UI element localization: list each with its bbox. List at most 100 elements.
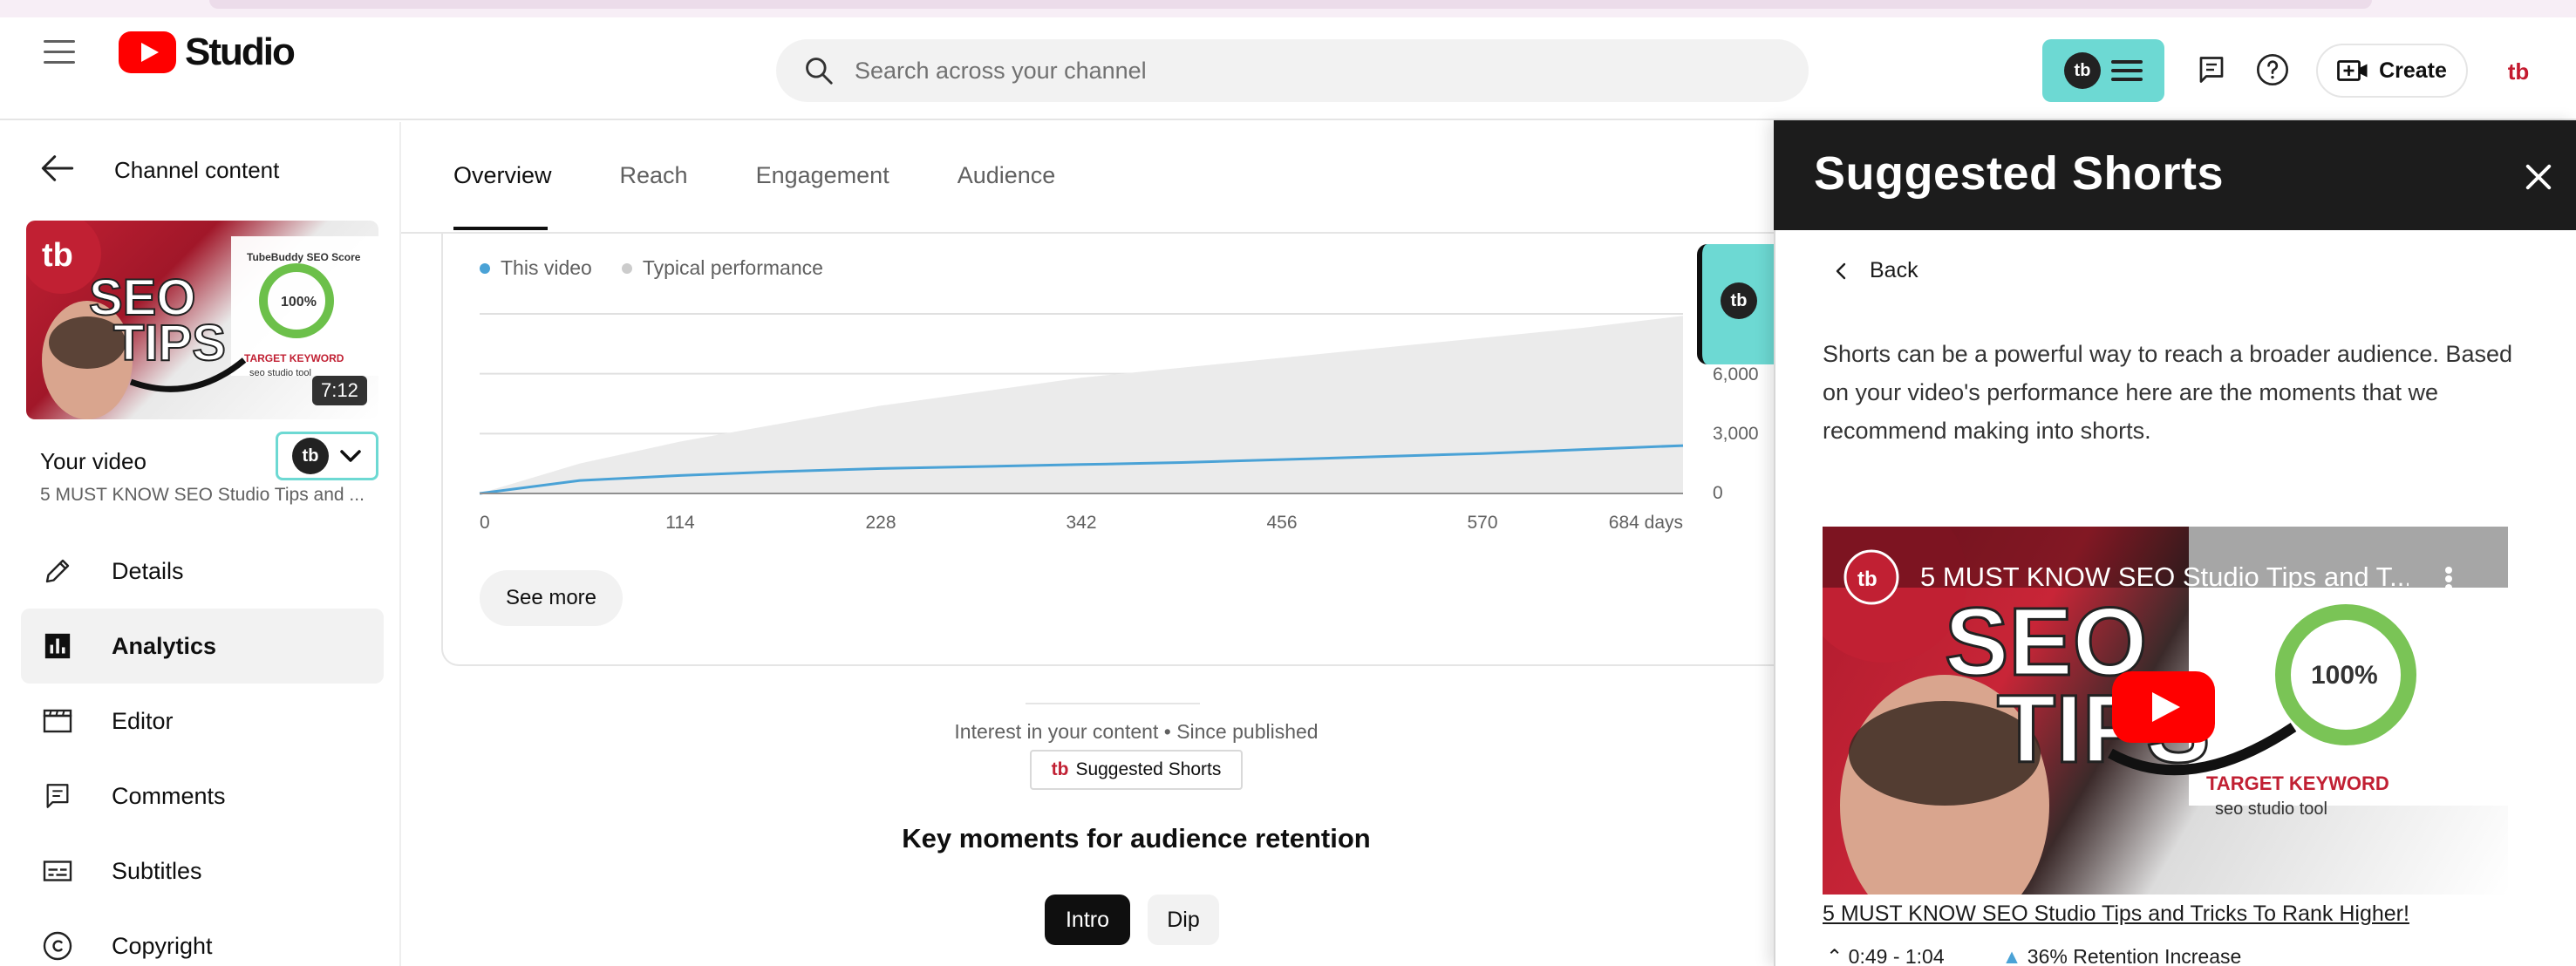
- dip-pill[interactable]: Dip: [1148, 895, 1219, 945]
- youtube-play-button-icon[interactable]: [2112, 671, 2215, 743]
- sidebar-item-label: Analytics: [112, 632, 217, 659]
- legend-label: This video: [501, 256, 592, 279]
- tubebuddy-logo-icon: tb: [292, 438, 329, 474]
- top-strip-pill: [209, 0, 2372, 9]
- back-arrow-icon[interactable]: [40, 153, 75, 183]
- moment-range-text: 0:49 - 1:04: [1848, 945, 1945, 966]
- thumb-score-title: TubeBuddy SEO Score: [247, 251, 361, 263]
- sidebar-item-label: Editor: [112, 707, 174, 734]
- subtitles-icon: [40, 854, 75, 888]
- intro-pill[interactable]: Intro: [1045, 895, 1130, 945]
- tubebuddy-logo-icon: tb: [2064, 52, 2101, 89]
- comments-icon: [40, 779, 75, 813]
- thumb-keyword: TARGET KEYWORD: [244, 352, 344, 364]
- panel-title: Suggested Shorts: [1814, 147, 2225, 200]
- x-tick-label: 114: [665, 513, 695, 533]
- tab-audience[interactable]: Audience: [957, 162, 1056, 189]
- x-tick-label: 228: [865, 513, 896, 533]
- sidebar-item-label: Subtitles: [112, 857, 202, 884]
- search-bar[interactable]: [776, 39, 1809, 102]
- account-avatar[interactable]: tb: [2494, 47, 2543, 96]
- x-tick-label: 342: [1066, 513, 1096, 533]
- help-icon[interactable]: [2252, 49, 2293, 91]
- interest-caption: Interest in your content • Since publish…: [954, 720, 1319, 743]
- tubebuddy-menu-button[interactable]: tb: [2042, 39, 2164, 102]
- video-score: 100%: [2311, 661, 2378, 690]
- thumb-tips-text: TIPS: [113, 315, 226, 371]
- retention-increase: ▲ 36% Retention Increase: [2002, 945, 2242, 966]
- clapperboard-icon: [40, 704, 75, 738]
- panel-back-button[interactable]: Back: [1835, 258, 1918, 283]
- sidebar-item-details[interactable]: Details: [21, 534, 384, 609]
- key-moments-title: Key moments for audience retention: [902, 823, 1371, 854]
- your-video-label: Your video: [40, 448, 147, 474]
- y-tick-label: 6,000: [1713, 364, 1759, 384]
- legend-label: Typical performance: [642, 256, 823, 279]
- moment-range: ⌃ 0:49 - 1:04: [1826, 945, 1945, 966]
- studio-logo[interactable]: Studio: [119, 30, 296, 75]
- thumb-score: 100%: [281, 295, 317, 310]
- sidebar-item-subtitles[interactable]: Subtitles: [21, 833, 384, 908]
- tab-engagement[interactable]: Engagement: [756, 162, 889, 189]
- trend-up-icon: ▲: [2001, 945, 2022, 966]
- close-icon[interactable]: [2520, 159, 2557, 195]
- analytics-icon: [40, 629, 75, 663]
- chart-legend: This video Typical performance: [480, 256, 823, 280]
- svg-text:tb: tb: [1857, 568, 1877, 591]
- channel-content-link[interactable]: Channel content: [114, 157, 279, 184]
- hamburger-menu-icon[interactable]: [44, 40, 75, 65]
- typical-performance-area: [480, 316, 1683, 493]
- moment-stats: ⌃ 0:49 - 1:04 ▲ 36% Retention Increase: [1826, 945, 2241, 966]
- video-duration-badge: 7:12: [312, 376, 367, 405]
- x-tick-label: 684 days: [1609, 513, 1683, 533]
- chevron-left-icon: [1836, 262, 1846, 279]
- sidebar-item-label: Comments: [112, 782, 226, 809]
- legend-typical-performance: Typical performance: [621, 256, 823, 280]
- copyright-icon: [40, 929, 75, 963]
- retention-text: 36% Retention Increase: [2027, 945, 2242, 966]
- tab-overview[interactable]: Overview: [453, 162, 552, 189]
- search-icon: [806, 58, 833, 85]
- pencil-icon: [40, 554, 75, 588]
- analytics-tabs: Overview Reach Engagement Audience: [453, 162, 1055, 189]
- create-label: Create: [2379, 58, 2447, 83]
- suggested-shorts-chip[interactable]: tb Suggested Shorts: [1030, 750, 1243, 790]
- active-tab-underline: [453, 227, 548, 230]
- video-overlay-title: 5 MUST KNOW SEO Studio Tips and T...: [1920, 561, 2409, 592]
- section-divider: [1026, 703, 1200, 704]
- legend-this-video: This video: [480, 256, 592, 280]
- video-title-truncated: 5 MUST KNOW SEO Studio Tips and ...: [40, 485, 365, 505]
- suggested-shorts-chip-label: Suggested Shorts: [1075, 759, 1222, 779]
- sidebar-item-label: Details: [112, 557, 184, 584]
- sidebar-item-copyright[interactable]: Copyright: [21, 908, 384, 966]
- x-tick-label: 456: [1266, 513, 1297, 533]
- thumb-keyword-value: seo studio tool: [249, 368, 311, 378]
- tubebuddy-side-tab[interactable]: tb: [1697, 244, 1775, 364]
- panel-back-label: Back: [1870, 258, 1918, 282]
- views-chart: 0 114 228 342 456 570 684 days: [479, 313, 1684, 533]
- youtube-play-icon: [119, 31, 176, 73]
- video-keyword: TARGET KEYWORD: [2206, 772, 2389, 794]
- tubebuddy-dropdown-button[interactable]: tb: [276, 432, 378, 480]
- y-tick-label: 3,000: [1713, 424, 1759, 444]
- sidebar-item-comments[interactable]: Comments: [21, 759, 384, 833]
- create-video-icon: [2337, 60, 2368, 81]
- tab-reach[interactable]: Reach: [620, 162, 688, 189]
- chevron-down-icon: [340, 450, 361, 462]
- sidebar-item-analytics[interactable]: Analytics: [21, 609, 384, 684]
- panel-description: Shorts can be a powerful way to reach a …: [1823, 341, 2512, 444]
- see-more-button[interactable]: See more: [480, 570, 623, 626]
- y-tick-label: 0: [1713, 483, 1723, 503]
- create-button[interactable]: Create: [2316, 44, 2468, 98]
- legend-dot-icon: [621, 262, 632, 274]
- x-tick-label: 0: [480, 513, 490, 533]
- sidebar-item-editor[interactable]: Editor: [21, 684, 384, 759]
- video-title-link[interactable]: 5 MUST KNOW SEO Studio Tips and Tricks T…: [1823, 901, 2409, 927]
- logo-text: Studio: [185, 31, 296, 73]
- search-input[interactable]: [855, 57, 1727, 85]
- menu-lines-icon: [2111, 55, 2143, 86]
- video-keyword-value: seo studio tool: [2215, 799, 2327, 819]
- feedback-icon[interactable]: [2191, 49, 2232, 91]
- x-tick-label: 570: [1467, 513, 1497, 533]
- sidebar-item-label: Copyright: [112, 932, 213, 959]
